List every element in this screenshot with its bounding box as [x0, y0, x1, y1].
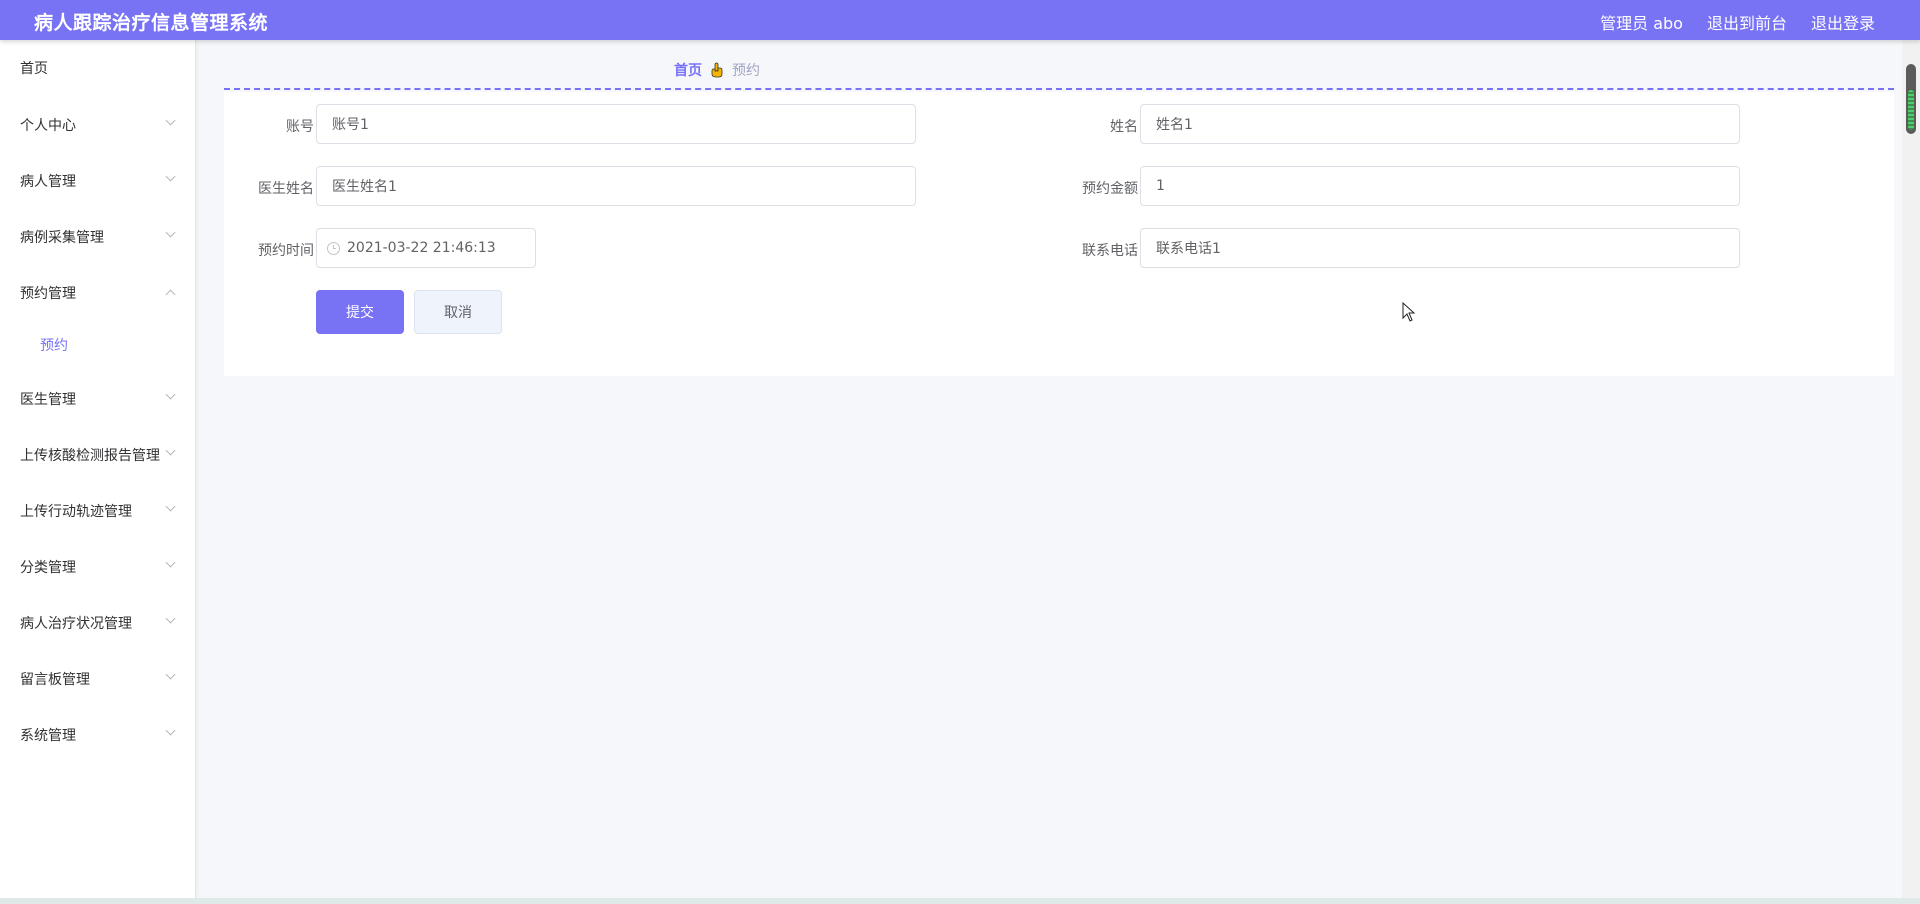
phone-label: 联系电话 — [1082, 243, 1138, 259]
phone-field[interactable]: 联系电话1 — [1140, 228, 1740, 268]
sidebar-item-home[interactable]: 首页 — [0, 40, 196, 96]
sidebar-item-label: 预约 — [40, 338, 68, 354]
sidebar-item-label: 病例采集管理 — [20, 230, 104, 246]
app-title: 病人跟踪治疗信息管理系统 — [34, 12, 269, 34]
sidebar-item-label: 上传行动轨迹管理 — [20, 504, 132, 520]
amount-label: 预约金额 — [1082, 181, 1138, 197]
sidebar: 首页 个人中心 病人管理 病例采集管理 预约管理 预约 医生管理 上传核酸检测报… — [0, 40, 196, 898]
sidebar-item-case-collection[interactable]: 病例采集管理 — [0, 209, 196, 265]
to-front-link[interactable]: 退出到前台 — [1707, 10, 1787, 34]
appointment-form: 账号 账号1 姓名 姓名1 医生姓名 医生姓名1 预约金额 1 预约时间 202… — [224, 92, 1894, 376]
doctor-name-field[interactable]: 医生姓名1 — [316, 166, 916, 206]
sidebar-item-appointment-management[interactable]: 预约管理 — [0, 265, 196, 321]
clock-icon — [327, 242, 340, 255]
submit-button[interactable]: 提交 — [316, 290, 404, 334]
sidebar-item-category-management[interactable]: 分类管理 — [0, 539, 196, 595]
name-field[interactable]: 姓名1 — [1140, 104, 1740, 144]
scrollbar-thumb[interactable] — [1906, 64, 1916, 134]
divider — [224, 88, 1894, 90]
sidebar-item-doctor-management[interactable]: 医生管理 — [0, 371, 196, 427]
chevron-down-icon — [165, 501, 176, 512]
vertical-scrollbar[interactable] — [1902, 40, 1920, 898]
sidebar-item-label: 系统管理 — [20, 728, 76, 744]
breadcrumb-home[interactable]: 首页 — [674, 60, 702, 80]
mouse-cursor-icon — [1402, 302, 1416, 322]
main-content: 首页 预约 账号 账号1 姓名 姓名1 医生姓名 医生姓名1 预约金额 1 预约… — [196, 40, 1902, 898]
chevron-down-icon — [165, 171, 176, 182]
bottom-bar — [0, 898, 1920, 904]
sidebar-item-label: 留言板管理 — [20, 672, 90, 688]
sidebar-item-treatment-status[interactable]: 病人治疗状况管理 — [0, 595, 196, 651]
breadcrumb-current: 预约 — [732, 63, 760, 79]
breadcrumb: 首页 预约 — [674, 60, 760, 80]
user-label[interactable]: 管理员 abo — [1600, 10, 1683, 34]
chevron-down-icon — [165, 669, 176, 680]
sidebar-item-label: 首页 — [20, 61, 48, 77]
chevron-down-icon — [165, 557, 176, 568]
appointment-time-value: 2021-03-22 21:46:13 — [347, 240, 496, 256]
sidebar-item-label: 个人中心 — [20, 118, 76, 134]
sidebar-subitem-appointment[interactable]: 预约 — [0, 320, 196, 370]
sidebar-item-nucleic-report-management[interactable]: 上传核酸检测报告管理 — [0, 427, 196, 483]
account-field[interactable]: 账号1 — [316, 104, 916, 144]
sidebar-item-personal-center[interactable]: 个人中心 — [0, 97, 196, 153]
chevron-down-icon — [165, 115, 176, 126]
sidebar-item-label: 病人管理 — [20, 174, 76, 190]
chevron-down-icon — [165, 389, 176, 400]
time-label: 预约时间 — [258, 243, 314, 259]
doctor-name-label: 医生姓名 — [258, 181, 314, 197]
sidebar-item-label: 医生管理 — [20, 392, 76, 408]
chevron-up-icon — [165, 289, 176, 300]
amount-field[interactable]: 1 — [1140, 166, 1740, 206]
chevron-down-icon — [165, 227, 176, 238]
cancel-button[interactable]: 取消 — [414, 290, 502, 334]
sidebar-item-label: 分类管理 — [20, 560, 76, 576]
logout-link[interactable]: 退出登录 — [1811, 10, 1875, 34]
sidebar-item-system-management[interactable]: 系统管理 — [0, 707, 196, 763]
sidebar-item-patient-management[interactable]: 病人管理 — [0, 153, 196, 209]
sidebar-item-label: 预约管理 — [20, 286, 76, 302]
account-label: 账号 — [286, 119, 314, 135]
hand-icon — [711, 62, 723, 78]
sidebar-item-label: 上传核酸检测报告管理 — [20, 448, 160, 464]
name-label: 姓名 — [1110, 119, 1138, 135]
sidebar-item-message-board[interactable]: 留言板管理 — [0, 651, 196, 707]
sidebar-item-label: 病人治疗状况管理 — [20, 616, 132, 632]
top-bar: 病人跟踪治疗信息管理系统 管理员 abo 退出到前台 退出登录 — [0, 0, 1920, 40]
chevron-down-icon — [165, 445, 176, 456]
top-actions: 管理员 abo 退出到前台 退出登录 — [1600, 10, 1875, 34]
chevron-down-icon — [165, 725, 176, 736]
chevron-down-icon — [165, 613, 176, 624]
sidebar-item-track-management[interactable]: 上传行动轨迹管理 — [0, 483, 196, 539]
appointment-time-picker[interactable]: 2021-03-22 21:46:13 — [316, 228, 536, 268]
